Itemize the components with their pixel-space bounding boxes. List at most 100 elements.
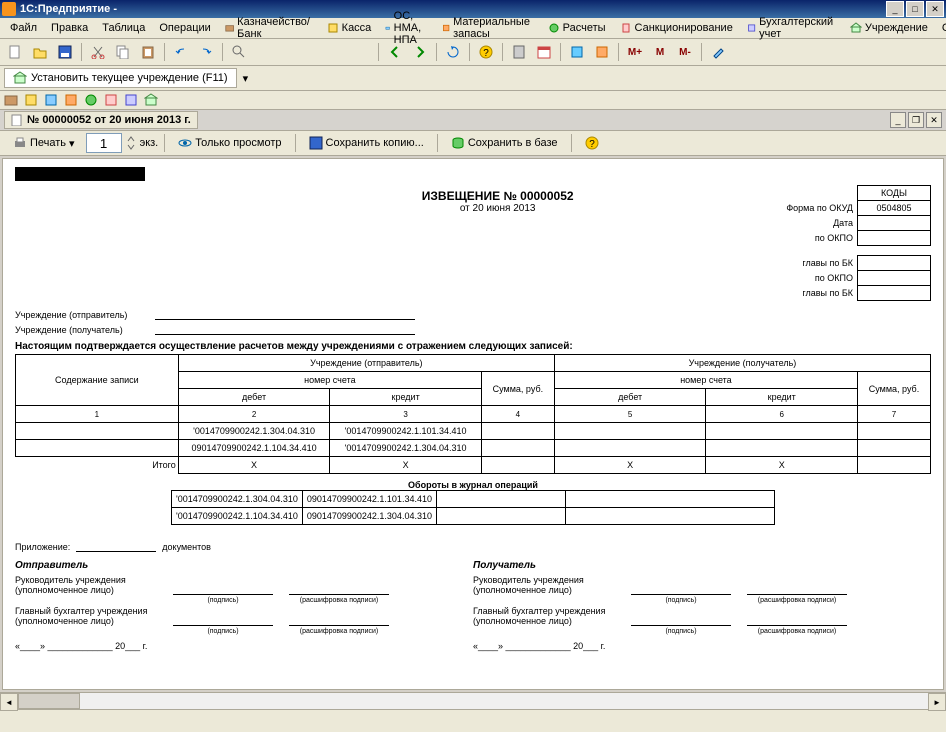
copies-input[interactable] [86,133,122,153]
journal-table: '0014709900242.1.304.04.3100901470990024… [171,490,775,525]
menu-file[interactable]: Файл [4,20,43,36]
copy-icon [116,45,130,59]
copy-button[interactable] [112,41,134,63]
help-button[interactable]: ? [475,41,497,63]
h-scrollbar[interactable]: ◄ ► [0,692,946,709]
save-db-icon [451,136,465,150]
receiver-row: Учреждение (получатель) [15,322,931,335]
find-button[interactable] [228,41,250,63]
m-minus-button[interactable]: M- [674,41,696,63]
tool-a-button[interactable] [566,41,588,63]
save-copy-button[interactable]: Сохранить копию... [302,133,431,153]
open-icon [33,45,47,59]
codes-block: КОДЫ Форма по ОКУД0504805 Дата по ОКПО г… [780,185,931,301]
menu-edit[interactable]: Правка [45,20,94,36]
institution-toolbar: Установить текущее учреждение (F11) ▾ [0,66,946,91]
menu-sanction[interactable]: Санкционирование [614,20,739,36]
quick-icon-3[interactable] [44,93,58,107]
kassa-icon [327,22,339,34]
doc-restore-button[interactable]: ❐ [908,112,924,128]
institution-btn-icon [13,71,27,85]
redo-button[interactable] [195,41,217,63]
scroll-track[interactable] [18,693,928,709]
m-plus-button[interactable]: M+ [624,41,646,63]
payments-icon [548,22,560,34]
scroll-left-button[interactable]: ◄ [0,693,18,711]
svg-text:?: ? [589,139,595,150]
accounting-icon [747,22,756,34]
journal-title: Обороты в журнал операций [15,480,931,490]
new-button[interactable] [4,41,26,63]
save-db-button[interactable]: Сохранить в базе [444,133,565,153]
refresh-button[interactable] [442,41,464,63]
open-button[interactable] [29,41,51,63]
print-button[interactable]: Печать ▾ [6,133,82,153]
doc-close-button[interactable]: ✕ [926,112,942,128]
paste-button[interactable] [137,41,159,63]
menu-service[interactable]: Сервис [936,20,946,36]
menu-institution[interactable]: Учреждение [844,20,934,36]
redacted-block [15,167,145,181]
print-label: Печать [30,137,66,149]
new-icon [8,45,22,59]
maximize-button[interactable]: □ [906,1,924,17]
eye-icon [178,136,192,150]
institution-icon [850,22,862,34]
save-db-label: Сохранить в базе [468,137,558,149]
quick-icon-2[interactable] [24,93,38,107]
attachment-row: Приложение: документов [15,539,931,552]
minimize-button[interactable]: _ [886,1,904,17]
app-icon [2,2,16,16]
doc-minimize-button[interactable]: _ [890,112,906,128]
back-button[interactable] [384,41,406,63]
quick-icon-4[interactable] [64,93,78,107]
tool-b-button[interactable] [591,41,613,63]
refresh-icon [446,45,460,59]
view-only-label: Только просмотр [195,137,281,149]
menu-kassa[interactable]: Касса [321,20,378,36]
sender-sign-col: Отправитель Руководитель учреждения(упол… [15,560,473,651]
document-tab[interactable]: № 00000052 от 20 июня 2013 г. [4,111,198,129]
doc-title-block: ИЗВЕЩЕНИЕ № 00000052 от 20 июня 2013 [215,185,780,301]
main-toolbar: ? M+ M M- [0,39,946,66]
calc-button[interactable] [508,41,530,63]
close-button[interactable]: ✕ [926,1,944,17]
set-institution-button[interactable]: Установить текущее учреждение (F11) [4,68,237,88]
find-icon [232,45,246,59]
cut-button[interactable] [87,41,109,63]
quick-icon-1[interactable] [4,93,18,107]
undo-button[interactable] [170,41,192,63]
menu-accounting[interactable]: Бухгалтерский учет [741,14,842,42]
menu-operations[interactable]: Операции [153,20,216,36]
view-only-button[interactable]: Только просмотр [171,133,288,153]
quick-icon-8[interactable] [144,93,158,107]
save-button[interactable] [54,41,76,63]
menu-table[interactable]: Таблица [96,20,151,36]
menu-payments[interactable]: Расчеты [542,20,612,36]
document-toolbar: Печать ▾ экз. Только просмотр Сохранить … [0,131,946,156]
spinner-icon[interactable] [126,135,136,151]
menu-materials[interactable]: Материальные запасы [436,14,540,42]
quick-icon-5[interactable] [84,93,98,107]
svg-text:?: ? [483,48,489,59]
confirmation-text: Настоящим подтверждается осуществление р… [15,341,931,352]
doc-help-button[interactable]: ? [578,133,606,153]
m-button[interactable]: M [649,41,671,63]
menu-treasury[interactable]: Казначейство/Банк [219,14,319,42]
brush-button[interactable] [707,41,729,63]
sanction-icon [620,22,632,34]
menu-bar: Файл Правка Таблица Операции Казначейств… [0,18,946,39]
tool-a-icon [570,45,584,59]
forward-button[interactable] [409,41,431,63]
main-table: Содержание записи Учреждение (отправител… [15,354,931,474]
receiver-sign-col: Получатель Руководитель учреждения(уполн… [473,560,931,651]
os-icon [385,22,390,34]
document-content: ИЗВЕЩЕНИЕ № 00000052 от 20 июня 2013 КОД… [3,159,943,659]
status-bar [0,709,946,732]
quick-icon-6[interactable] [104,93,118,107]
calendar-button[interactable] [533,41,555,63]
scroll-right-button[interactable]: ► [928,693,946,711]
sender-row: Учреждение (отправитель) [15,307,931,320]
quick-icon-7[interactable] [124,93,138,107]
scroll-thumb[interactable] [18,693,80,709]
